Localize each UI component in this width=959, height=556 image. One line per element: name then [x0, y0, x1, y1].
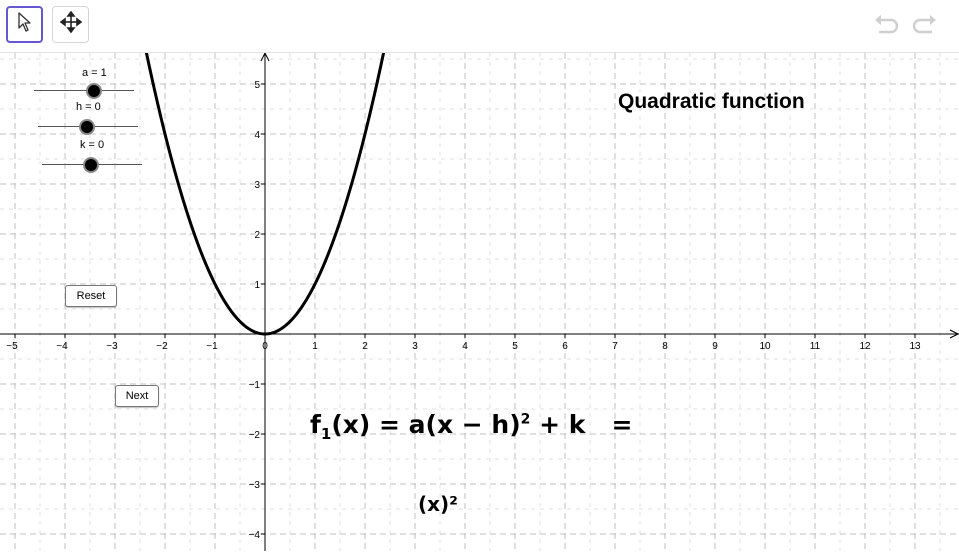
coordinate-plane[interactable]: −5 −4 −3 −2 −1 0 1 2 3 4 5 6 7 8 9 10 11 12 13−4−3−2−11234… [0, 0, 959, 551]
y-tick-label: 5 [254, 80, 260, 91]
y-tick-label: 3 [254, 180, 260, 191]
x-tick-label: −1 [206, 341, 218, 352]
x-tick-label: 6 [562, 341, 568, 352]
y-tick-label: −3 [249, 480, 261, 491]
y-tick-label: −4 [249, 530, 261, 541]
formula-f: f [310, 410, 321, 439]
x-tick-label: −4 [56, 341, 68, 352]
slider-a-knob[interactable] [86, 83, 102, 99]
x-tick-label: 4 [462, 341, 468, 352]
x-tick-label: 12 [859, 341, 871, 352]
graphics-view[interactable]: −5 −4 −3 −2 −1 0 1 2 3 4 5 6 7 8 9 10 11 12 13 −4 −3 −2 −1 1 2 3 4… [0, 0, 959, 551]
slider-h-label: h = 0 [76, 101, 101, 113]
x-tick-label: −5 [6, 341, 18, 352]
x-tick-label: 9 [712, 341, 718, 352]
slider-a[interactable] [34, 82, 134, 100]
y-tick-label: 1 [254, 280, 260, 291]
x-tick-label: 1 [312, 341, 318, 352]
toolbar [0, 0, 959, 53]
next-button[interactable]: Next [115, 385, 159, 407]
x-tick-label: 7 [612, 341, 618, 352]
formula-result: (x)² [418, 492, 458, 516]
pointer-arrow-icon [16, 11, 34, 38]
formula-subscript: 1 [320, 425, 332, 443]
x-tick-label: −3 [106, 341, 118, 352]
slider-a-label: a = 1 [82, 67, 107, 79]
undo-icon [873, 12, 901, 41]
pointer-tool-button[interactable] [6, 6, 43, 43]
y-tick-label: 4 [254, 130, 260, 141]
slider-k-knob[interactable] [83, 157, 99, 173]
formula-text: f1(x) = a(x − h)2 + k = [310, 410, 632, 443]
slider-k-label: k = 0 [80, 139, 105, 151]
x-tick-label: 2 [362, 341, 368, 352]
move-arrows-icon [59, 10, 82, 38]
slider-k[interactable] [42, 156, 142, 174]
x-tick-label: −2 [156, 341, 168, 352]
reset-button[interactable]: Reset [65, 285, 117, 307]
page-title: Quadratic function [618, 90, 805, 113]
slider-h-knob[interactable] [79, 119, 95, 135]
formula-exponent: 2 [520, 411, 531, 428]
redo-icon [910, 12, 938, 41]
x-tick-label: 3 [412, 341, 418, 352]
formula-rhs: + k = [530, 410, 633, 439]
y-tick-label: 2 [254, 230, 260, 241]
y-tick-label: −2 [249, 430, 261, 441]
x-tick-label: 11 [810, 341, 821, 352]
formula-lhs: (x) = a(x − h) [331, 410, 521, 439]
y-tick-label: −1 [249, 380, 261, 391]
x-tick-label: 5 [512, 341, 518, 352]
slider-a-track[interactable] [34, 90, 134, 91]
x-tick-label: 0 [262, 341, 268, 352]
redo-button[interactable] [909, 12, 939, 40]
undo-button[interactable] [872, 12, 902, 40]
x-tick-label: 10 [759, 341, 771, 352]
slider-h[interactable] [38, 118, 138, 136]
x-tick-label: 13 [909, 341, 921, 352]
move-graphics-tool-button[interactable] [52, 6, 89, 43]
x-tick-label: 8 [662, 341, 668, 352]
